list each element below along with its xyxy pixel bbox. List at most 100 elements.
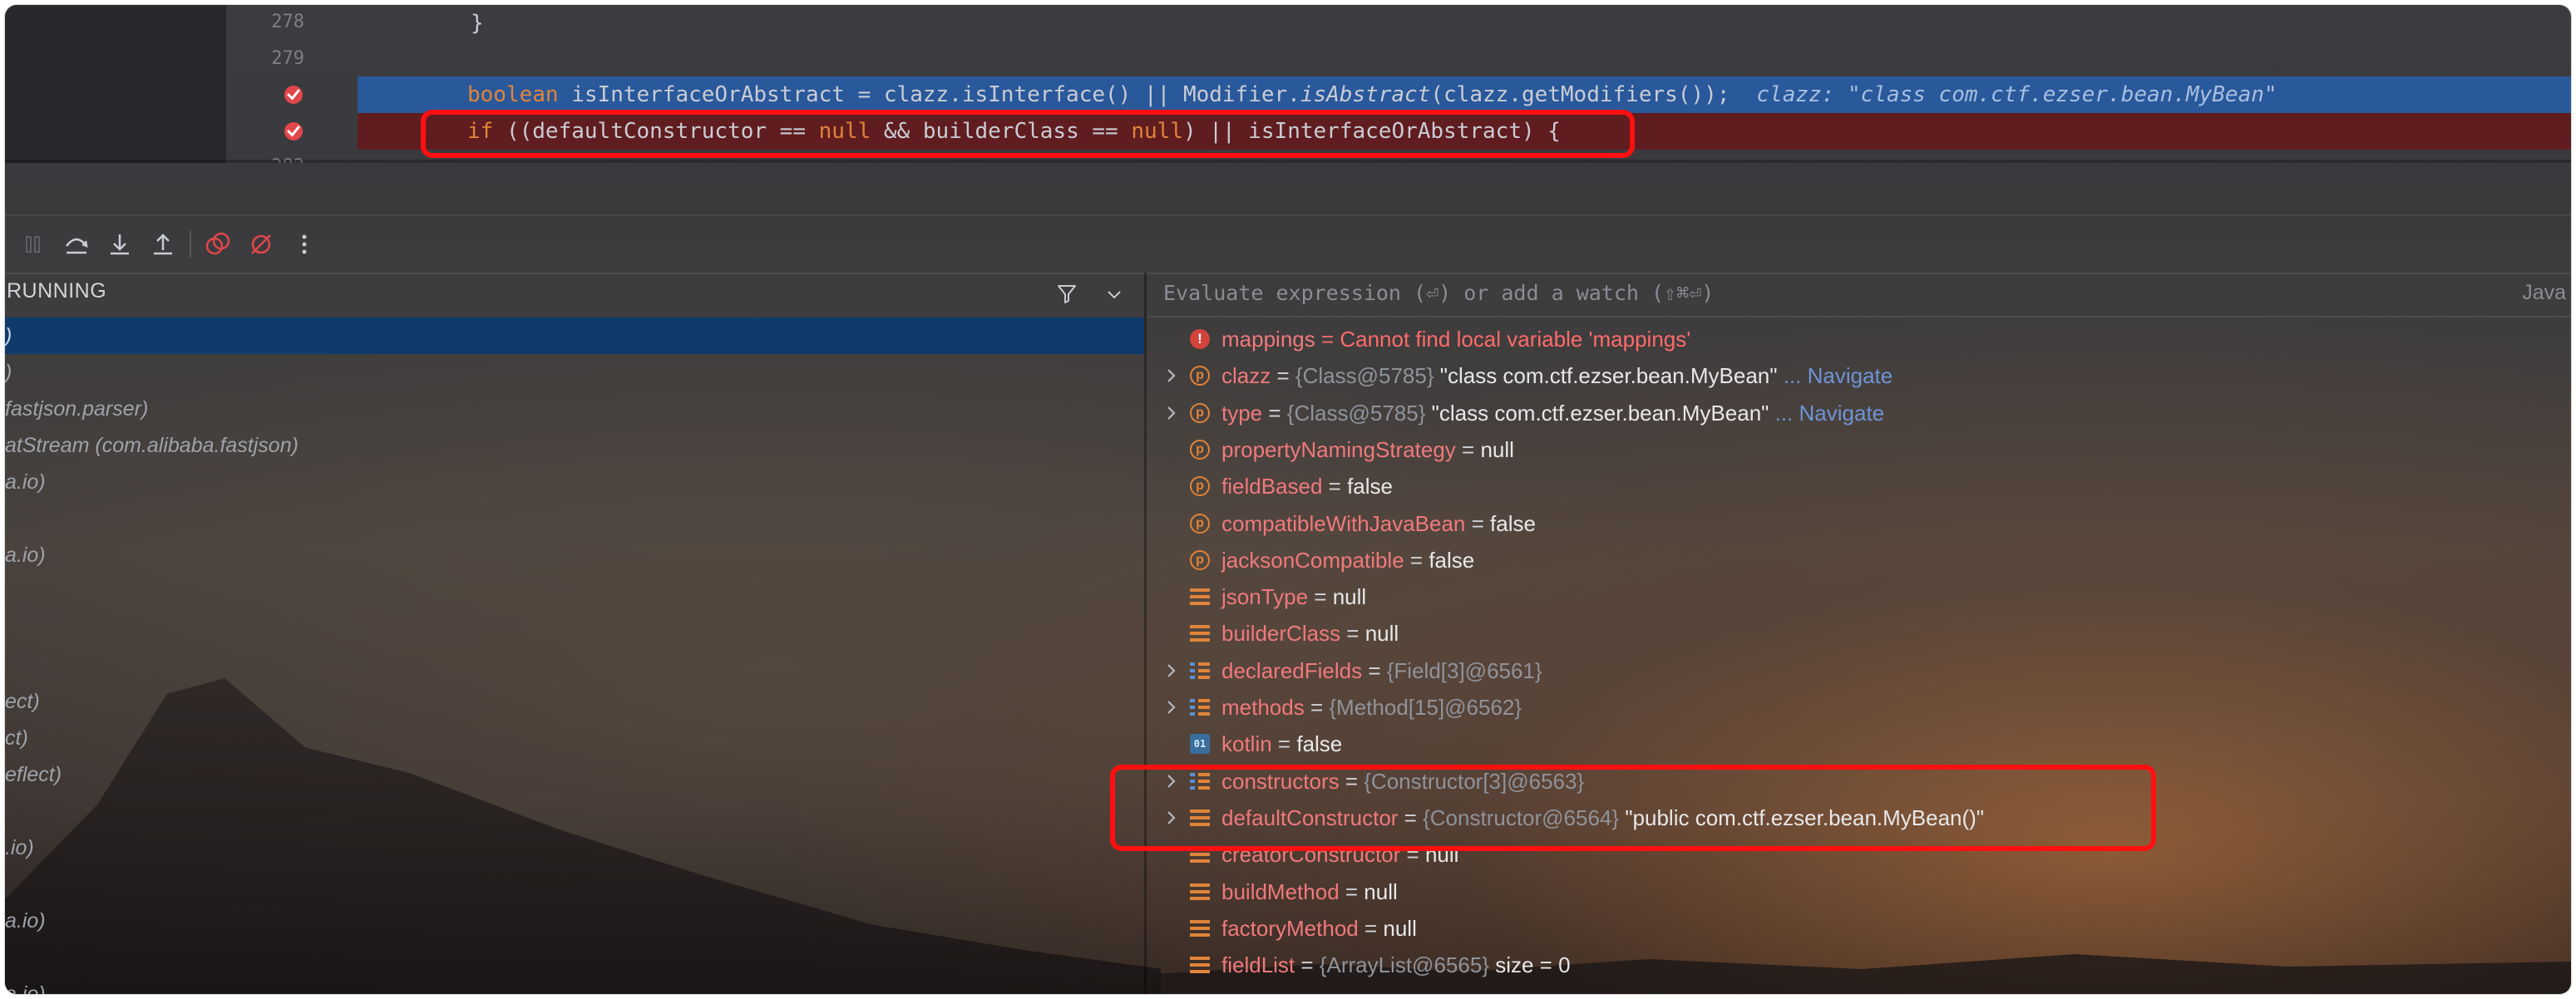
variables-panel: Evaluate expression (⏎) or add a watch (… [1110, 273, 2571, 994]
variable-name: kotlin [1221, 731, 1272, 757]
code-line[interactable]: } [471, 5, 484, 42]
ide-window: 278 } 279 boolean isInterfaceOrAbstract … [5, 5, 2571, 994]
variable-text: compatibleWithJavaBean = false [1221, 505, 1536, 542]
variable-text: factoryMethod = null [1221, 910, 1417, 947]
parameter-icon: p [1190, 476, 1210, 497]
stack-frame[interactable]: eflect) [5, 756, 62, 793]
stack-frame[interactable]: ect) [5, 683, 40, 720]
step-into-icon[interactable] [103, 228, 136, 261]
toolbar-separator [190, 231, 191, 258]
stack-frame[interactable]: a.io) [5, 537, 46, 573]
variable-equals: = [1271, 731, 1297, 757]
code-line-isInterfaceOrAbstract[interactable]: boolean isInterfaceOrAbstract = clazz.is… [467, 76, 2277, 113]
stack-frame[interactable]: a.io) [5, 976, 46, 994]
code-text: (clazz.getModifiers()); [1430, 82, 1730, 107]
stack-frame[interactable]: a.io) [5, 464, 46, 500]
stack-frame[interactable]: fastjson.parser) [5, 391, 148, 427]
thread-status: RUNNING [7, 279, 107, 303]
line-number: 279 [271, 48, 304, 69]
variable-name: methods [1221, 695, 1305, 720]
evaluate-expression-bar[interactable]: Evaluate expression (⏎) or add a watch (… [1147, 273, 2571, 317]
variable-text: fieldBased = false [1221, 468, 1393, 504]
parameter-icon: p [1190, 513, 1210, 534]
variable-equals: = [1308, 584, 1333, 610]
evaluate-expression-input[interactable]: Evaluate expression (⏎) or add a watch (… [1163, 281, 1714, 305]
annotation-highlight-box [421, 110, 1635, 158]
code-text: isInterfaceOrAbstract = clazz.isInterfac… [558, 82, 1300, 107]
variable-text: jacksonCompatible = false [1221, 542, 1474, 578]
editor-divider [5, 160, 2571, 163]
stack-frame[interactable]: atStream (com.alibaba.fastjson) [5, 427, 299, 464]
stack-frame[interactable]: a.io) [5, 903, 46, 939]
array-field-icon [1190, 697, 1210, 717]
variable-text: methods = {Method[15]@6562} [1221, 689, 1522, 726]
expand-chevron-icon[interactable] [1163, 689, 1183, 738]
variable-equals: = [1358, 915, 1384, 941]
variable-name: declaredFields [1221, 657, 1363, 683]
variable-value: false [1347, 474, 1393, 500]
variable-name: clazz [1221, 363, 1271, 389]
navigate-link[interactable]: ... Navigate [1777, 363, 1893, 388]
variable-equals: = [1340, 621, 1365, 647]
variable-value: null [1364, 621, 1399, 647]
variable-value: false [1429, 547, 1475, 573]
selected-frame-highlight [5, 317, 1144, 354]
error-icon: ! [1190, 329, 1210, 349]
variable-equals: = [1271, 363, 1295, 389]
variable-text: declaredFields = {Field[3]@6561} [1221, 652, 1542, 689]
variable-value: size = 0 [1495, 952, 1571, 978]
chevron-down-icon[interactable] [1104, 284, 1124, 304]
stack-frame[interactable]: ) [5, 317, 12, 354]
variable-type: {Field[3]@6561} [1386, 657, 1542, 683]
variable-equals: = [1295, 952, 1320, 978]
inline-debug-value: clazz: "class com.ctf.ezser.bean.MyBean" [1756, 82, 2277, 107]
field-icon [1190, 623, 1210, 644]
variable-text: builderClass = null [1221, 615, 1399, 652]
variable-equals: = [1304, 695, 1330, 720]
stack-frame[interactable]: .io) [5, 829, 34, 866]
step-over-icon[interactable] [60, 228, 93, 261]
mute-breakpoints-icon[interactable] [244, 228, 278, 261]
pause-icon[interactable] [17, 228, 50, 261]
variable-name: factoryMethod [1221, 915, 1359, 941]
variable-value: null [1332, 584, 1367, 610]
expand-chevron-icon[interactable] [1163, 395, 1183, 444]
variable-name: builderClass [1221, 621, 1341, 647]
variable-name: fieldBased [1221, 474, 1323, 500]
variable-text: type = {Class@5785} "class com.ctf.ezser… [1221, 395, 1884, 431]
variable-text: jsonType = null [1221, 578, 1366, 615]
stack-frame[interactable]: ) [5, 354, 12, 391]
variable-type: {Method[15]@6562} [1329, 695, 1522, 720]
variable-type: {Class@5785} [1286, 400, 1432, 426]
variable-value: "class com.ctf.ezser.bean.MyBean" [1431, 400, 1769, 426]
frames-header: RUNNING [5, 273, 1144, 314]
code-editor[interactable]: 278 } 279 boolean isInterfaceOrAbstract … [5, 5, 2571, 163]
variable-text: kotlin = false [1221, 726, 1342, 762]
variable-value: null [1383, 915, 1417, 941]
breakpoint-check-icon[interactable] [283, 84, 304, 106]
variable-name: type [1221, 400, 1263, 426]
stack-frame[interactable]: ct) [5, 720, 28, 756]
navigate-link[interactable]: ... Navigate [1769, 401, 1885, 426]
variable-value: null [1364, 878, 1398, 904]
step-out-icon[interactable] [146, 228, 180, 261]
variable-text: buildMethod = null [1221, 874, 1398, 910]
view-breakpoints-icon[interactable] [201, 228, 234, 261]
filter-icon[interactable] [1054, 281, 1079, 306]
parameter-icon: p [1190, 402, 1210, 423]
variable-equals: = [1339, 878, 1364, 904]
more-options-icon[interactable] [288, 228, 321, 261]
parameter-icon: p [1190, 549, 1210, 570]
variable-name: jacksonCompatible [1221, 547, 1404, 573]
variable-text: mappings = Cannot find local variable 'm… [1221, 321, 1690, 357]
breakpoint-check-icon[interactable] [283, 121, 304, 142]
keyword: boolean [467, 82, 559, 107]
variable-name: buildMethod [1221, 878, 1340, 904]
editor-left-gutter [5, 5, 226, 163]
variable-type: {Class@5785} [1295, 363, 1440, 389]
variable-value: null [1480, 436, 1514, 462]
variable-equals: = [1362, 657, 1387, 683]
field-icon [1190, 881, 1210, 902]
variable-text: fieldList = {ArrayList@6565} size = 0 [1221, 947, 1571, 983]
variable-name: compatibleWithJavaBean [1221, 510, 1466, 536]
